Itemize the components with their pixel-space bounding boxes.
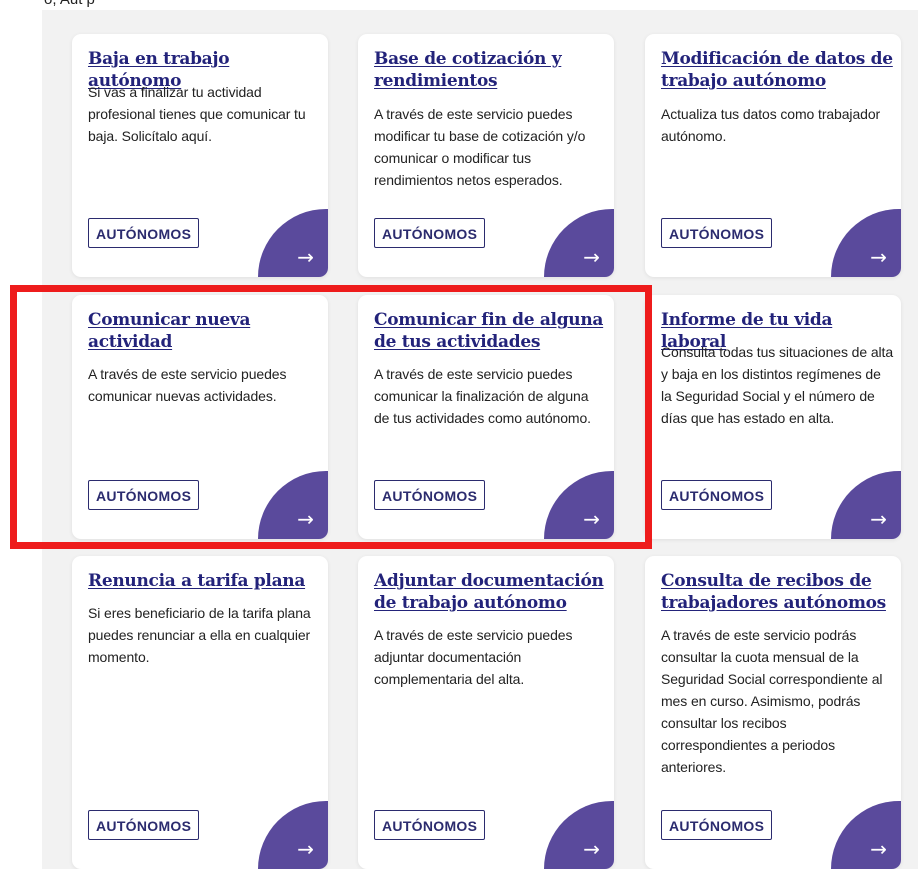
arrow-right-icon: → — [297, 245, 314, 269]
category-tag[interactable]: AUTÓNOMOS — [88, 218, 200, 248]
card-description: Si vas a finalizar tu actividad profesio… — [88, 84, 306, 144]
card-title-link[interactable]: Renuncia a tarifa plana — [88, 570, 320, 592]
service-card-baja[interactable]: Baja en trabajo autónomo Si vas a finali… — [72, 34, 328, 277]
go-arrow-button[interactable]: → — [831, 801, 901, 869]
service-card-nueva-actividad[interactable]: Comunicar nueva actividad A través de es… — [72, 295, 328, 539]
go-arrow-button[interactable]: → — [831, 471, 901, 539]
card-title-link[interactable]: Comunicar fin de alguna de tus actividad… — [374, 309, 606, 353]
card-description: A través de este servicio puedes comunic… — [88, 366, 287, 404]
service-card-fin-actividad[interactable]: Comunicar fin de alguna de tus actividad… — [358, 295, 614, 539]
arrow-right-icon: → — [583, 245, 600, 269]
go-arrow-button[interactable]: → — [831, 209, 901, 277]
arrow-right-icon: → — [870, 245, 887, 269]
arrow-right-icon: → — [297, 507, 314, 531]
go-arrow-button[interactable]: → — [544, 471, 614, 539]
service-card-vida-laboral[interactable]: Informe de tu vida laboral Consulta toda… — [645, 295, 901, 539]
arrow-right-icon: → — [870, 507, 887, 531]
category-tag[interactable]: AUTÓNOMOS — [661, 810, 773, 840]
category-tag[interactable]: AUTÓNOMOS — [661, 218, 773, 248]
category-tag[interactable]: AUTÓNOMOS — [88, 480, 200, 510]
service-card-tarifa-plana[interactable]: Renuncia a tarifa plana Si eres benefici… — [72, 556, 328, 869]
category-tag[interactable]: AUTÓNOMOS — [88, 810, 200, 840]
arrow-right-icon: → — [297, 837, 314, 861]
category-tag[interactable]: AUTÓNOMOS — [374, 810, 486, 840]
service-card-consulta-recibos[interactable]: Consulta de recibos de trabajadores autó… — [645, 556, 901, 869]
service-card-adjuntar-documentacion[interactable]: Adjuntar documentación de trabajo autóno… — [358, 556, 614, 869]
card-description: A través de este servicio podrás consult… — [661, 627, 883, 775]
cropped-header-text: o, Aut p — [44, 0, 95, 8]
card-description: Si eres beneficiario de la tarifa plana … — [88, 605, 311, 665]
go-arrow-button[interactable]: → — [544, 209, 614, 277]
arrow-right-icon: → — [583, 837, 600, 861]
card-title-link[interactable]: Adjuntar documentación de trabajo autóno… — [374, 570, 606, 614]
card-title-link[interactable]: Base de cotización y rendimientos — [374, 48, 606, 92]
arrow-right-icon: → — [583, 507, 600, 531]
category-tag[interactable]: AUTÓNOMOS — [374, 480, 486, 510]
go-arrow-button[interactable]: → — [258, 209, 328, 277]
category-tag[interactable]: AUTÓNOMOS — [661, 480, 773, 510]
card-title-link[interactable]: Consulta de recibos de trabajadores autó… — [661, 570, 893, 614]
card-description: Consulta todas tus situaciones de alta y… — [661, 344, 894, 426]
service-card-base-cotizacion[interactable]: Base de cotización y rendimientos A trav… — [358, 34, 614, 277]
go-arrow-button[interactable]: → — [258, 801, 328, 869]
go-arrow-button[interactable]: → — [258, 471, 328, 539]
category-tag[interactable]: AUTÓNOMOS — [374, 218, 486, 248]
go-arrow-button[interactable]: → — [544, 801, 614, 869]
card-description: Actualiza tus datos como trabajador autó… — [661, 106, 881, 144]
card-description: A través de este servicio puedes modific… — [374, 106, 586, 188]
arrow-right-icon: → — [870, 837, 887, 861]
card-description: A través de este servicio puedes adjunta… — [374, 627, 573, 687]
card-description: A través de este servicio puedes comunic… — [374, 366, 591, 426]
card-title-link[interactable]: Comunicar nueva actividad — [88, 309, 320, 353]
card-title-link[interactable]: Modificación de datos de trabajo autónom… — [661, 48, 893, 92]
service-card-modificacion-datos[interactable]: Modificación de datos de trabajo autónom… — [645, 34, 901, 277]
